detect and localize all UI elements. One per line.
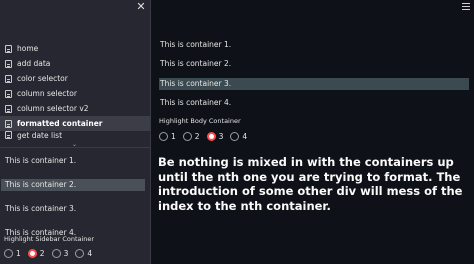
radio-circle[interactable] bbox=[230, 132, 240, 141]
radio-option-label: 3 bbox=[218, 132, 224, 141]
sidebar-radio-option-1[interactable]: 1 bbox=[4, 249, 21, 258]
sidebar-item-column-selector[interactable]: column selector bbox=[0, 86, 150, 101]
radio-circle-selected[interactable] bbox=[27, 249, 37, 258]
radio-circle[interactable] bbox=[4, 249, 13, 258]
body-radio-option-2[interactable]: 2 bbox=[182, 132, 200, 141]
sidebar-item-get-date-list[interactable]: get date list bbox=[0, 131, 150, 140]
body-container-4: This is container 4. bbox=[160, 98, 232, 107]
radio-option-label: 4 bbox=[242, 132, 248, 141]
body-radio-option-1[interactable]: 1 bbox=[159, 132, 176, 141]
sidebar-container-3: This is container 3. bbox=[5, 204, 77, 213]
close-icon[interactable]: ✕ bbox=[135, 1, 147, 13]
sidebar-item-label: column selector v2 bbox=[17, 104, 89, 113]
sidebar-container-2: This is container 2. bbox=[1, 179, 145, 191]
sidebar-radio-option-2[interactable]: 2 bbox=[27, 249, 45, 258]
sidebar-item-label: add data bbox=[17, 59, 51, 68]
radio-circle-selected[interactable] bbox=[206, 132, 216, 141]
explanation-text: Be nothing is mixed in with the containe… bbox=[158, 155, 463, 213]
page-icon bbox=[5, 44, 12, 53]
radio-option-label: 2 bbox=[194, 132, 200, 141]
sidebar-container-1: This is container 1. bbox=[5, 156, 77, 165]
sidebar-item-color-selector[interactable]: color selector bbox=[0, 71, 150, 86]
page-icon bbox=[5, 104, 12, 113]
sidebar-item-home[interactable]: home bbox=[0, 41, 150, 56]
radio-circle[interactable] bbox=[51, 249, 61, 258]
sidebar-item-label: column selector bbox=[17, 89, 77, 98]
body-container-2: This is container 2. bbox=[160, 59, 232, 68]
radio-option-label: 4 bbox=[87, 249, 93, 258]
radio-circle[interactable] bbox=[182, 132, 192, 141]
body-radio-group: 1 2 3 4 bbox=[159, 132, 254, 141]
page-icon bbox=[5, 131, 12, 139]
sidebar-item-label: get date list bbox=[17, 131, 63, 140]
sidebar: ✕ home add data color selector column se… bbox=[0, 0, 151, 264]
sidebar-item-formatted-container[interactable]: formatted container bbox=[0, 116, 150, 131]
body-container-3: This is container 3. bbox=[159, 78, 469, 90]
radio-option-label: 3 bbox=[63, 249, 69, 258]
sidebar-radio-option-4[interactable]: 4 bbox=[75, 249, 92, 258]
sidebar-radio-option-3[interactable]: 3 bbox=[51, 249, 69, 258]
body-container-1: This is container 1. bbox=[160, 40, 232, 49]
radio-circle[interactable] bbox=[75, 249, 85, 258]
page-icon bbox=[5, 119, 12, 128]
body-radio-label: Highlight Body Container bbox=[159, 117, 241, 125]
sidebar-item-add-data[interactable]: add data bbox=[0, 56, 150, 71]
radio-circle[interactable] bbox=[159, 132, 168, 141]
sidebar-item-column-selector-v2[interactable]: column selector v2 bbox=[0, 101, 150, 116]
page-icon bbox=[5, 74, 12, 83]
body-radio-option-3[interactable]: 3 bbox=[206, 132, 224, 141]
sidebar-radio-group: 1 2 3 4 bbox=[4, 249, 99, 258]
body-radio-option-4[interactable]: 4 bbox=[230, 132, 247, 141]
sidebar-radio-label: Highlight Sidebar Container bbox=[4, 235, 95, 243]
radio-option-label: 1 bbox=[171, 132, 176, 141]
sidebar-item-label: color selector bbox=[17, 74, 68, 83]
sidebar-item-label: formatted container bbox=[17, 119, 103, 128]
page-icon bbox=[5, 89, 12, 98]
sidebar-item-label: home bbox=[17, 44, 39, 53]
sidebar-divider bbox=[0, 147, 150, 148]
radio-option-label: 1 bbox=[16, 249, 21, 258]
radio-option-label: 2 bbox=[39, 249, 45, 258]
page-icon bbox=[5, 59, 12, 68]
sidebar-nav: home add data color selector column sele… bbox=[0, 41, 150, 140]
